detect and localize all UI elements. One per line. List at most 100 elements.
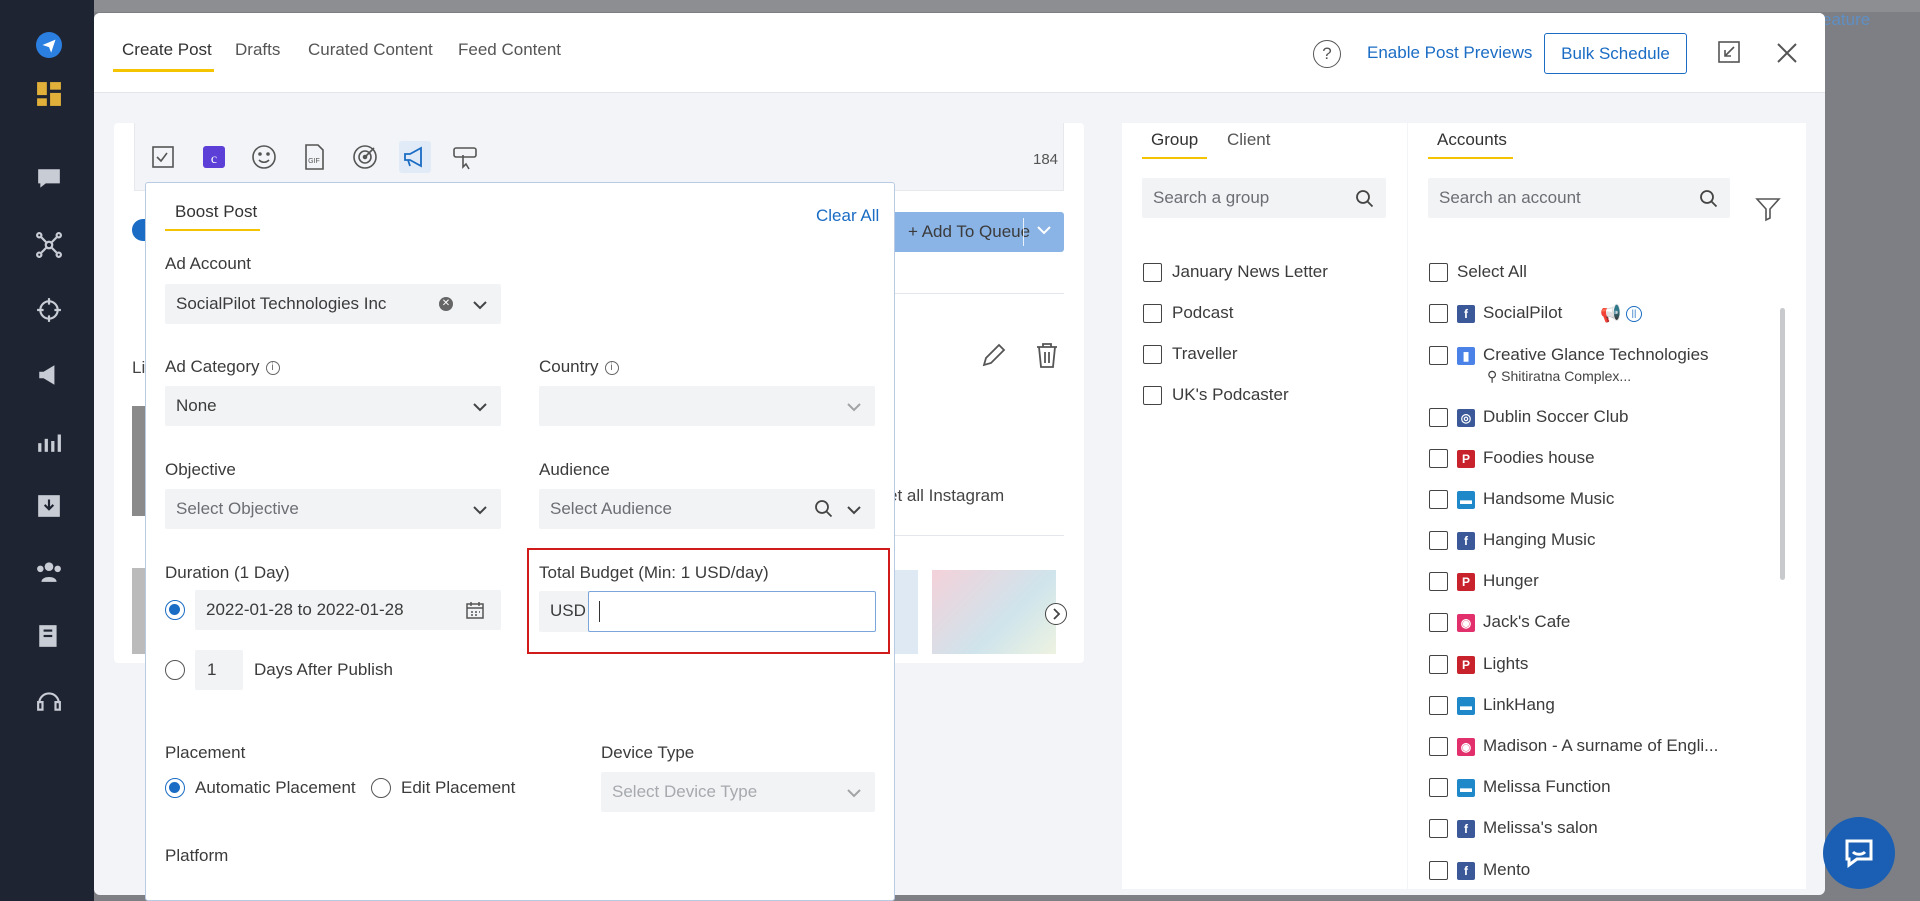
chat-support-button[interactable]	[1823, 817, 1895, 889]
chevron-down-icon[interactable]	[471, 501, 489, 524]
clear-icon[interactable]: ✕	[439, 297, 453, 311]
info-icon[interactable]: i	[604, 361, 619, 375]
chevron-down-icon[interactable]	[1035, 221, 1053, 244]
support-headset-icon[interactable]	[36, 688, 61, 712]
account-checkbox[interactable]	[1429, 531, 1448, 550]
target-icon[interactable]	[349, 141, 381, 173]
automatic-placement-radio[interactable]	[165, 778, 185, 798]
date-range-field[interactable]: 2022-01-28 to 2022-01-28	[195, 590, 501, 630]
account-checkbox[interactable]	[1429, 778, 1448, 797]
tab-curated-content[interactable]: Curated Content	[308, 40, 433, 60]
group-search-input[interactable]: Search a group	[1142, 178, 1386, 218]
crosshair-icon[interactable]	[36, 297, 61, 322]
media-icon[interactable]	[147, 141, 179, 173]
objective-select[interactable]: Select Objective	[165, 489, 501, 529]
gif-icon[interactable]: GIF	[298, 141, 330, 173]
search-icon	[1356, 190, 1374, 208]
tab-group[interactable]: Group	[1151, 130, 1198, 150]
team-icon[interactable]	[36, 558, 61, 582]
facebook-icon: f	[1457, 305, 1475, 323]
days-value: 1	[207, 660, 217, 679]
background-strip	[94, 0, 1920, 12]
boost-megaphone-icon: 📢	[1600, 304, 1622, 323]
bulk-schedule-button[interactable]: Bulk Schedule	[1544, 33, 1687, 74]
linkedin-page-icon: ▬	[1457, 491, 1475, 509]
analytics-icon[interactable]	[36, 428, 61, 452]
emoji-icon[interactable]	[248, 141, 280, 173]
dashboard-icon[interactable]	[36, 81, 61, 106]
account-checkbox[interactable]	[1429, 490, 1448, 509]
accounts-scrollbar[interactable]	[1780, 308, 1785, 580]
calendar-icon[interactable]	[465, 600, 485, 625]
duration-date-range-radio[interactable]	[165, 600, 185, 620]
account-name: Foodies house	[1483, 448, 1595, 467]
account-checkbox[interactable]	[1429, 613, 1448, 632]
group-item-label: Podcast	[1172, 303, 1234, 322]
chevron-down-icon[interactable]	[471, 296, 489, 319]
download-icon[interactable]	[36, 493, 60, 517]
ad-account-select[interactable]: SocialPilot Technologies Inc ✕	[165, 284, 501, 324]
tab-drafts[interactable]: Drafts	[235, 40, 280, 60]
ad-category-select[interactable]: None	[165, 386, 501, 426]
instagram-icon: ◉	[1457, 738, 1475, 756]
cta-button-icon[interactable]	[449, 141, 481, 173]
account-checkbox[interactable]	[1429, 449, 1448, 468]
chevron-down-icon[interactable]	[471, 398, 489, 421]
pencil-icon[interactable]	[980, 341, 1008, 374]
chevron-down-icon[interactable]	[845, 501, 863, 524]
edit-placement-radio[interactable]	[371, 778, 391, 798]
clear-all-link[interactable]: Clear All	[816, 206, 879, 226]
total-budget-input[interactable]	[588, 591, 876, 632]
chevron-down-icon	[845, 398, 863, 421]
country-select[interactable]	[539, 386, 875, 426]
account-checkbox[interactable]	[1429, 819, 1448, 838]
linkedin-page-icon: ▬	[1457, 697, 1475, 715]
network-icon[interactable]	[36, 232, 62, 258]
search-icon[interactable]	[814, 499, 833, 523]
info-icon[interactable]: i	[265, 361, 280, 375]
group-checkbox[interactable]	[1143, 304, 1162, 323]
account-checkbox[interactable]	[1429, 304, 1448, 323]
account-checkbox[interactable]	[1429, 346, 1448, 365]
canva-icon[interactable]: c	[198, 141, 230, 173]
days-after-publish-radio[interactable]	[165, 660, 185, 680]
preview-label-fragment: Li	[132, 358, 146, 377]
tab-feed-content[interactable]: Feed Content	[458, 40, 561, 60]
megaphone-icon[interactable]	[36, 362, 60, 386]
select-all-checkbox[interactable]	[1429, 263, 1448, 282]
tab-create-post[interactable]: Create Post	[122, 40, 212, 60]
tab-accounts[interactable]: Accounts	[1437, 130, 1507, 150]
chevron-right-icon[interactable]	[1045, 603, 1067, 625]
objective-placeholder: Select Objective	[176, 499, 299, 518]
account-name: SocialPilot	[1483, 303, 1563, 322]
modal-header: Create Post Drafts Curated Content Feed …	[94, 13, 1825, 93]
filter-icon[interactable]	[1755, 196, 1781, 227]
trash-icon[interactable]	[1034, 341, 1060, 374]
add-to-queue-button[interactable]: + Add To Queue	[888, 212, 1064, 252]
enable-post-previews-link[interactable]: Enable Post Previews	[1367, 43, 1532, 63]
account-checkbox[interactable]	[1429, 861, 1448, 880]
days-input[interactable]: 1	[195, 650, 243, 690]
account-checkbox[interactable]	[1429, 655, 1448, 674]
device-type-select[interactable]: Select Device Type	[601, 772, 875, 812]
group-checkbox[interactable]	[1143, 345, 1162, 364]
account-checkbox[interactable]	[1429, 408, 1448, 427]
audience-select[interactable]: Select Audience	[539, 489, 875, 529]
content-library-icon[interactable]	[36, 623, 60, 647]
boost-megaphone-icon[interactable]	[399, 141, 431, 173]
account-search-input[interactable]: Search an account	[1428, 178, 1730, 218]
messages-icon[interactable]	[36, 166, 60, 190]
help-icon[interactable]: ?	[1313, 40, 1341, 68]
group-checkbox[interactable]	[1143, 263, 1162, 282]
account-checkbox[interactable]	[1429, 572, 1448, 591]
close-icon[interactable]	[1775, 41, 1799, 70]
account-checkbox[interactable]	[1429, 696, 1448, 715]
minimize-icon[interactable]	[1718, 41, 1740, 68]
instagram-icon: ◉	[1457, 614, 1475, 632]
group-checkbox[interactable]	[1143, 386, 1162, 405]
account-checkbox[interactable]	[1429, 737, 1448, 756]
account-name: Melissa's salon	[1483, 818, 1598, 837]
tab-client[interactable]: Client	[1227, 130, 1270, 150]
curated-image-thumbnail[interactable]	[932, 570, 1056, 654]
paper-plane-icon[interactable]	[36, 32, 62, 58]
